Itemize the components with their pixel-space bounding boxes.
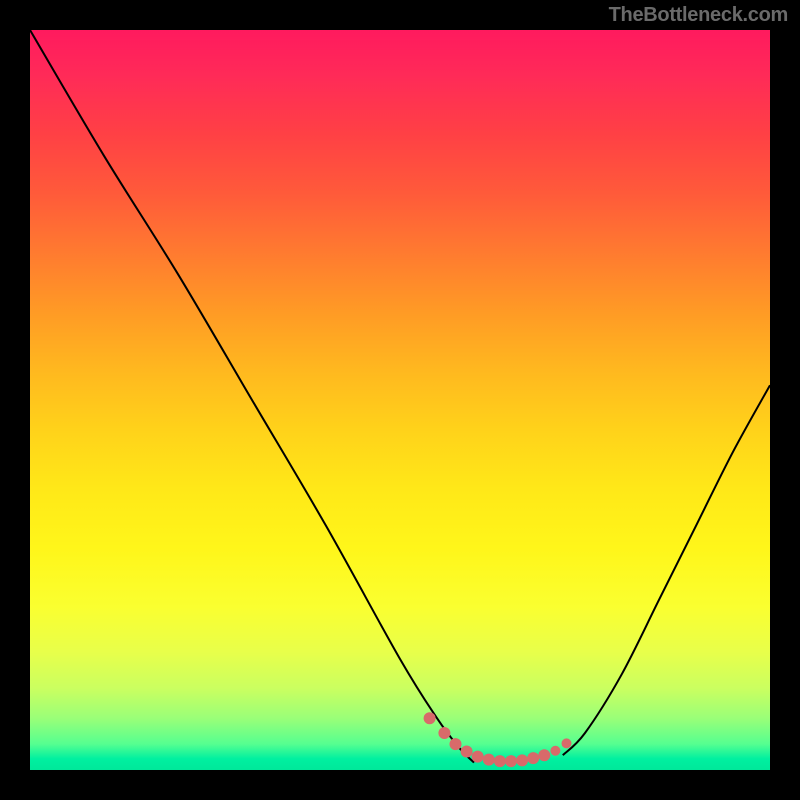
valley-dots-group — [424, 712, 572, 767]
valley-dot — [483, 754, 495, 766]
chart-plot-area — [30, 30, 770, 770]
valley-dot — [438, 727, 450, 739]
valley-dot — [450, 738, 462, 750]
valley-dot — [538, 749, 550, 761]
valley-dot — [424, 712, 436, 724]
valley-dot — [461, 746, 473, 758]
valley-dot — [550, 746, 560, 756]
curve-right-branch — [563, 385, 770, 755]
valley-dot — [516, 754, 528, 766]
valley-dot — [494, 755, 506, 767]
valley-dot — [472, 751, 484, 763]
valley-dot — [527, 752, 539, 764]
valley-dot — [505, 755, 517, 767]
watermark-text: TheBottleneck.com — [609, 4, 788, 27]
chart-svg — [30, 30, 770, 770]
curve-left-branch — [30, 30, 474, 763]
valley-dot — [562, 738, 572, 748]
